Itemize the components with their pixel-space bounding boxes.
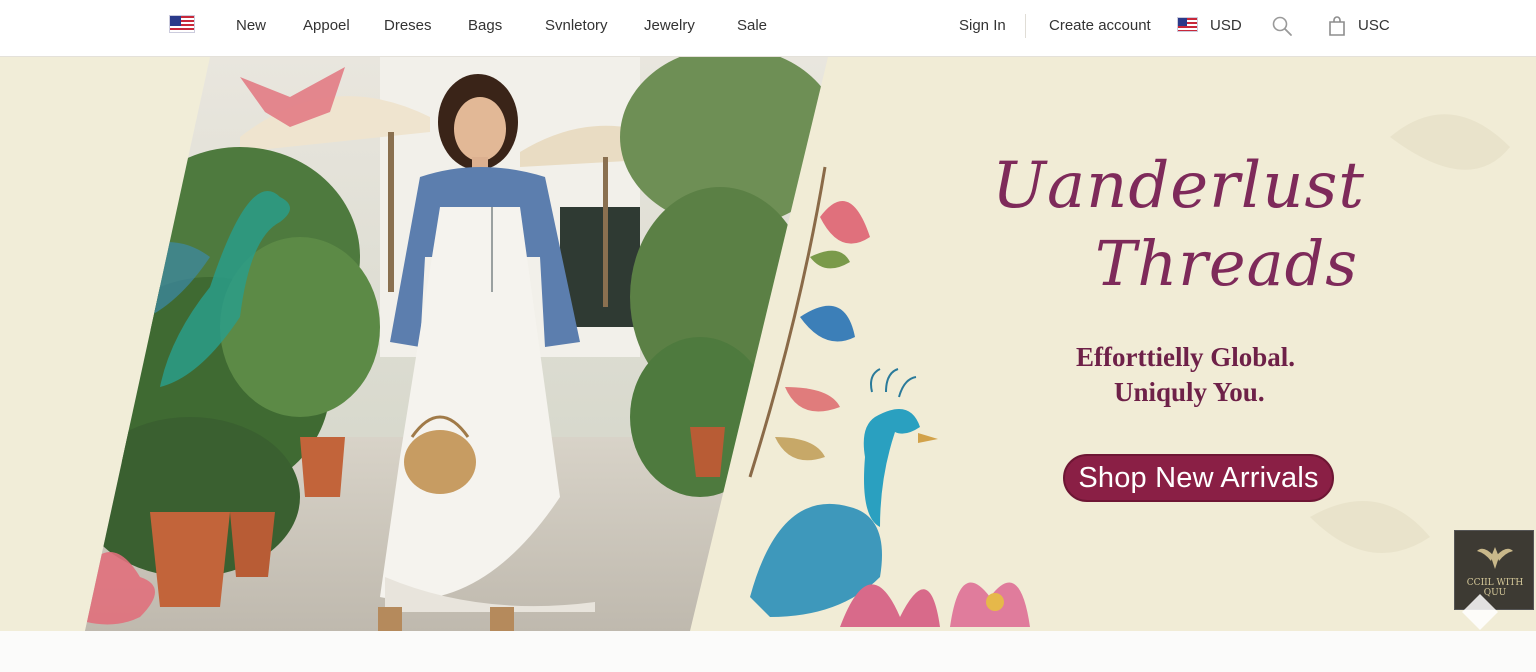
winged-emblem-icon [1477,547,1513,569]
back-to-top-icon[interactable] [1458,588,1502,632]
nav-item-jewelry[interactable]: Jewelry [644,17,695,34]
hero-banner: Uanderlust Threads Efforttielly Global. … [0,57,1536,631]
nav-item-new[interactable]: New [236,17,266,34]
header-divider [1025,14,1026,38]
nav-item-accessory[interactable]: Svnletory [545,17,608,34]
us-flag-icon[interactable] [169,15,195,33]
hero-title-line-2: Threads [1095,227,1359,300]
top-navigation-bar: New Appoel Dreses Bags Svnletory Jewelry… [0,0,1536,57]
currency-selector[interactable]: USD [1210,17,1242,34]
nav-item-bags[interactable]: Bags [468,17,502,34]
shop-new-arrivals-button[interactable]: Shop New Arrivals [1063,454,1334,502]
nav-item-dresses[interactable]: Dreses [384,17,432,34]
below-fold-strip [0,631,1536,672]
currency-flag-icon[interactable] [1177,17,1198,32]
create-account-link[interactable]: Create account [1049,17,1151,34]
nav-item-apparel[interactable]: Appoel [303,17,350,34]
sign-in-link[interactable]: Sign In [959,17,1006,34]
shopping-bag-icon[interactable] [1325,14,1349,38]
search-icon[interactable] [1270,14,1294,38]
cart-link[interactable]: USC [1358,17,1390,34]
hero-tagline-line-2: Uniquly You. [1114,377,1265,407]
hero-title-line-1: Uanderlust [992,149,1365,223]
hero-tagline-line-1: Efforttielly Global. [1076,342,1295,372]
nav-item-sale[interactable]: Sale [737,17,767,34]
